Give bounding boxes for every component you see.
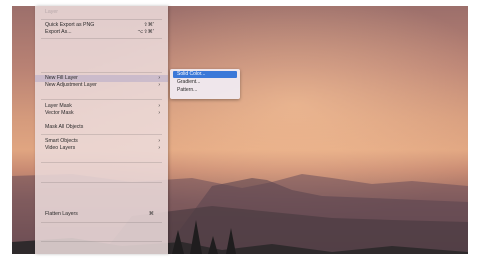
menu-separator bbox=[41, 99, 162, 100]
menu-item-disabled[interactable] bbox=[35, 251, 168, 258]
menu-item-disabled[interactable] bbox=[35, 230, 168, 237]
menu-item-disabled[interactable] bbox=[35, 244, 168, 251]
menu-separator bbox=[41, 134, 162, 135]
menu-item-new-fill-layer[interactable]: New Fill Layer › bbox=[35, 75, 168, 82]
menu-item-export-as[interactable]: Export As... ⌥⇧⌘' bbox=[35, 29, 168, 36]
menu-item-layer-mask[interactable]: Layer Mask › bbox=[35, 103, 168, 110]
chevron-right-icon: › bbox=[158, 145, 160, 151]
chevron-right-icon: › bbox=[158, 103, 160, 109]
layer-menu: Layer Quick Export as PNG ⇧⌘' Export As.… bbox=[35, 6, 168, 254]
chevron-right-icon: › bbox=[158, 75, 160, 81]
new-fill-layer-submenu: Solid Color... Gradient... Pattern... bbox=[170, 69, 240, 99]
menu-separator bbox=[41, 222, 162, 223]
menu-item-disabled[interactable] bbox=[35, 152, 168, 159]
menu-separator bbox=[41, 182, 162, 183]
menu-item-disabled[interactable] bbox=[35, 197, 168, 204]
menu-separator bbox=[41, 19, 162, 20]
menu-item-disabled[interactable] bbox=[35, 49, 168, 56]
menu-item-new-adjustment-layer[interactable]: New Adjustment Layer › bbox=[35, 82, 168, 89]
chevron-right-icon: › bbox=[158, 82, 160, 88]
submenu-item-gradient[interactable]: Gradient... bbox=[173, 79, 237, 86]
menu-item-layer[interactable]: Layer bbox=[35, 9, 168, 16]
menu-item-disabled[interactable] bbox=[35, 190, 168, 197]
submenu-item-solid-color[interactable]: Solid Color... bbox=[173, 71, 237, 78]
menu-item-disabled[interactable] bbox=[35, 89, 168, 96]
menu-separator bbox=[41, 162, 162, 163]
menu-item-disabled[interactable] bbox=[35, 117, 168, 124]
menu-separator bbox=[41, 241, 162, 242]
chevron-right-icon: › bbox=[158, 110, 160, 116]
chevron-right-icon: › bbox=[158, 138, 160, 144]
menu-item-disabled[interactable] bbox=[35, 56, 168, 63]
menu-separator bbox=[41, 72, 162, 73]
menu-item-disabled[interactable] bbox=[35, 42, 168, 49]
menu-item-disabled[interactable] bbox=[35, 172, 168, 179]
menu-item-smart-objects[interactable]: Smart Objects › bbox=[35, 138, 168, 145]
menu-item-vector-mask[interactable]: Vector Mask › bbox=[35, 110, 168, 117]
menu-item-mask-all-objects[interactable]: Mask All Objects bbox=[35, 124, 168, 131]
submenu-item-pattern[interactable]: Pattern... bbox=[173, 87, 237, 94]
menu-separator bbox=[41, 38, 162, 39]
menu-item-video-layers[interactable]: Video Layers › bbox=[35, 145, 168, 152]
menu-item-quick-export[interactable]: Quick Export as PNG ⇧⌘' bbox=[35, 22, 168, 29]
menu-item-flatten-layers[interactable]: Flatten Layers ⌘ bbox=[35, 211, 168, 218]
menu-item-disabled[interactable] bbox=[35, 63, 168, 70]
